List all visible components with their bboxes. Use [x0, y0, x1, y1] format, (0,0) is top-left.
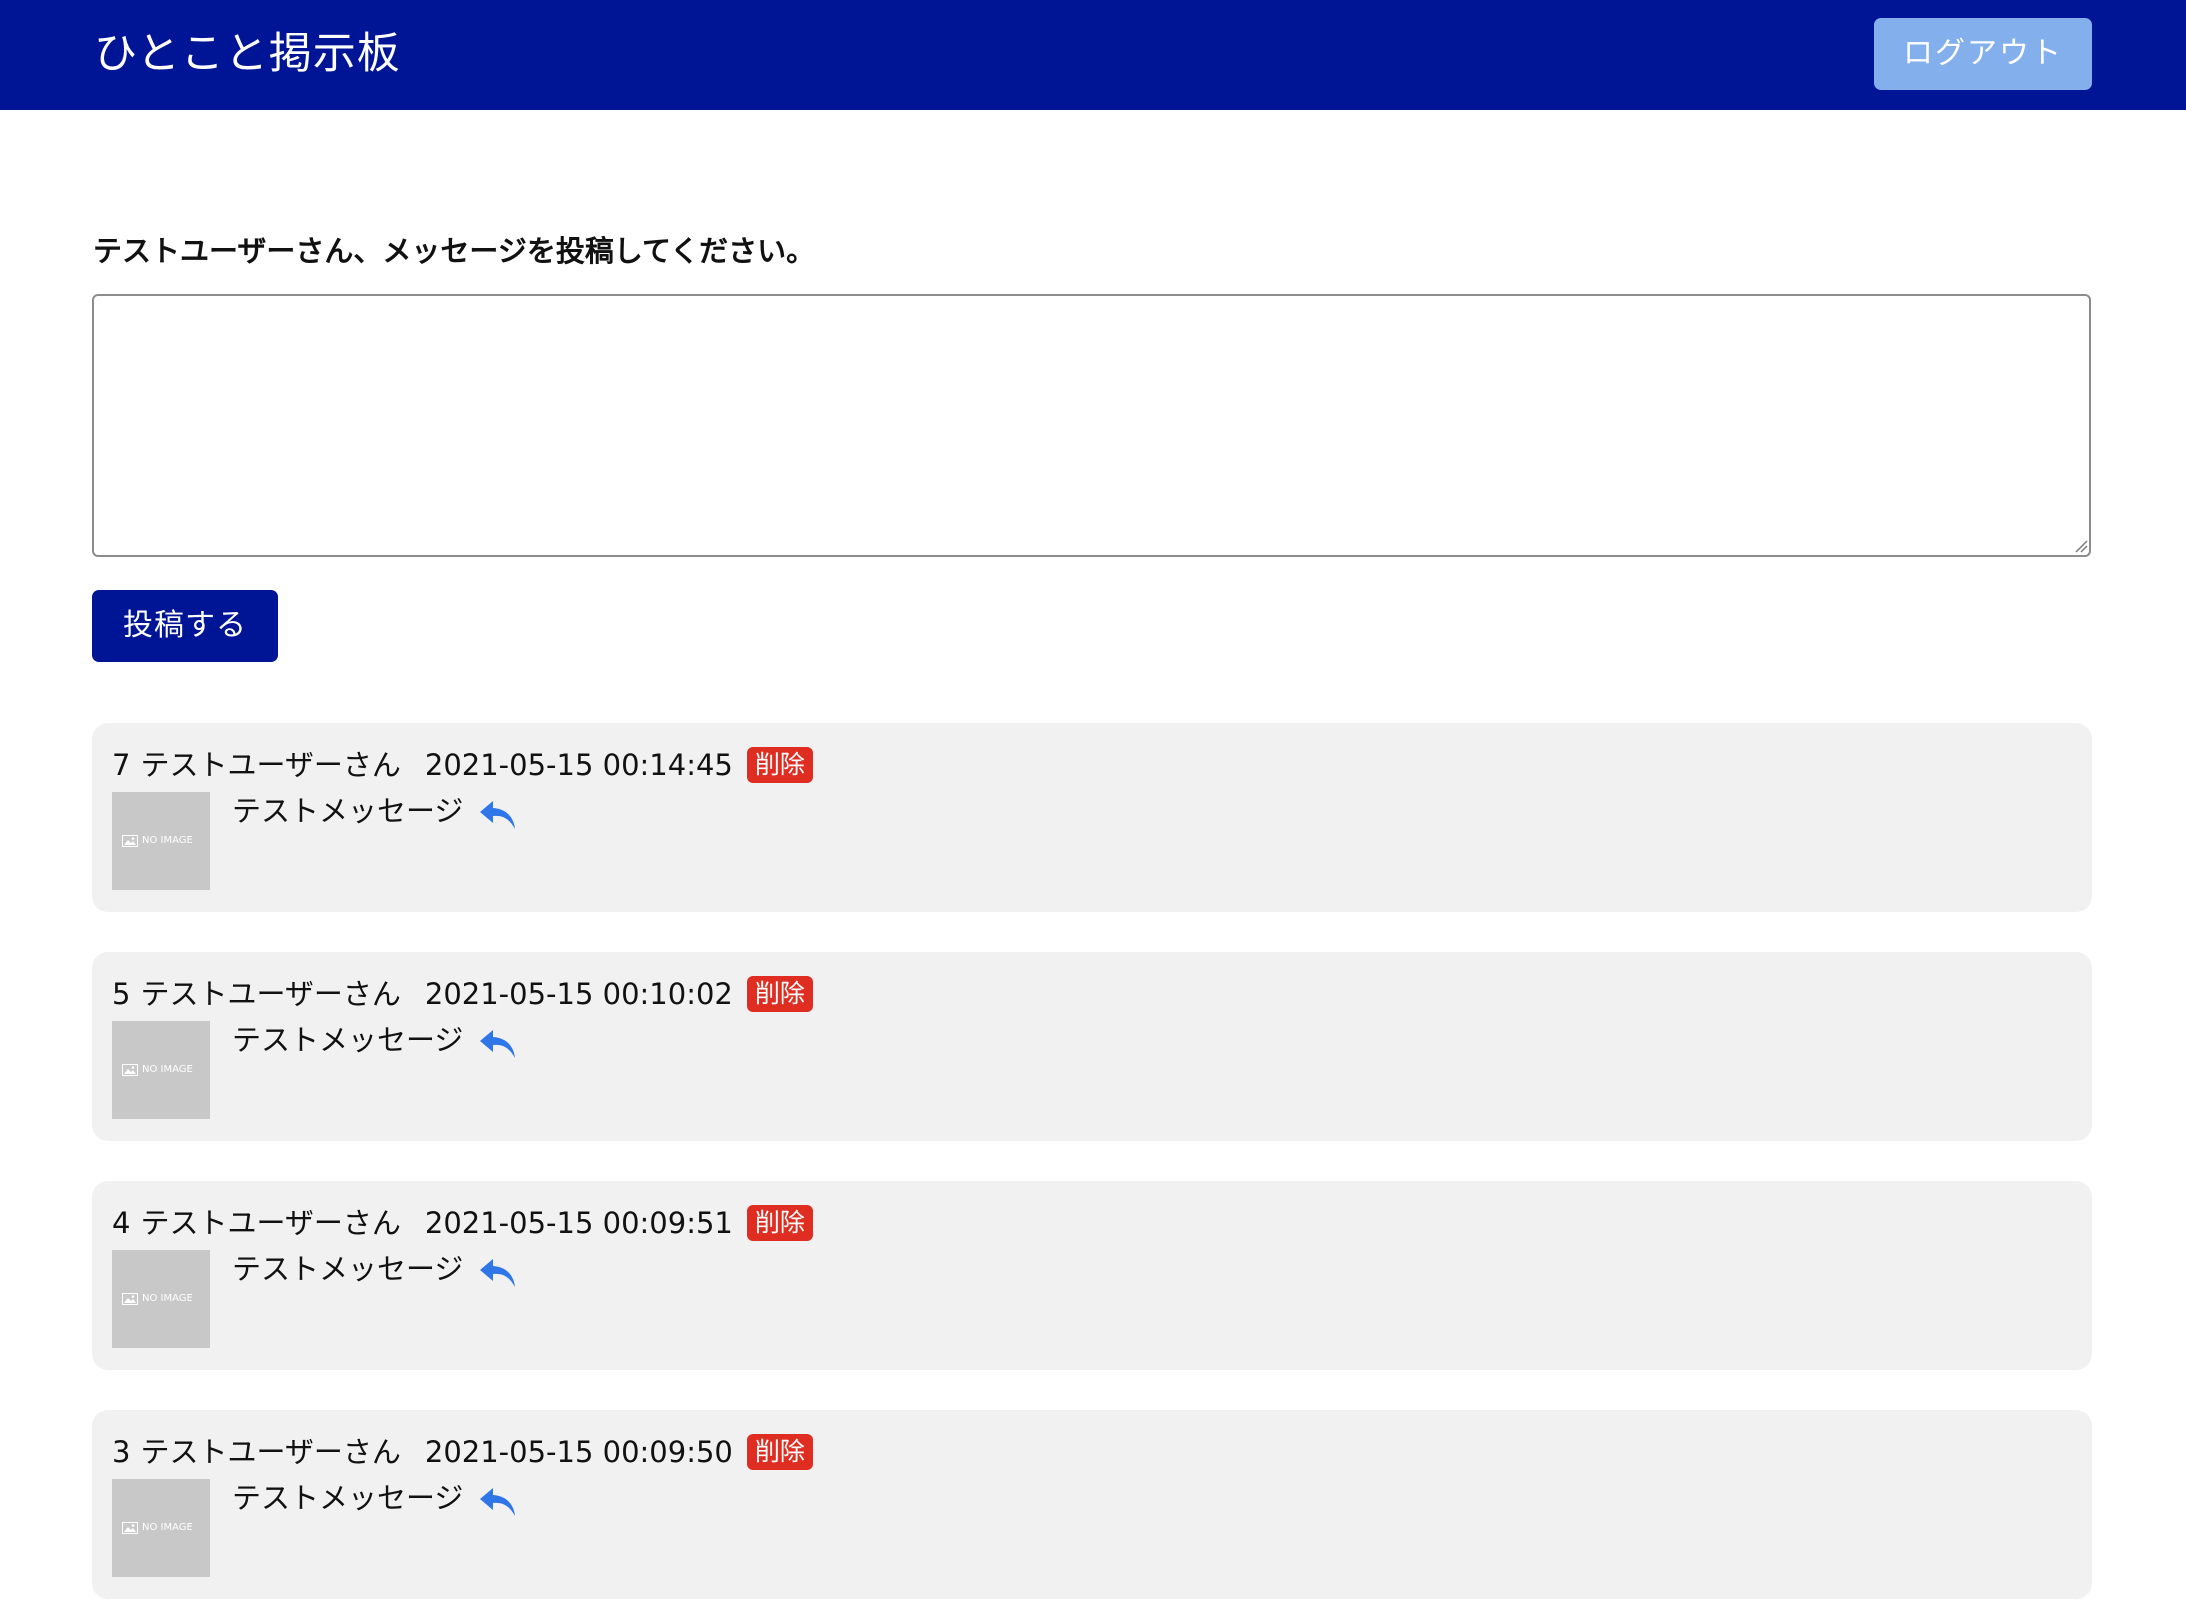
- post-meta: 7 テストユーザーさん 2021-05-15 00:14:45 削除: [112, 745, 813, 785]
- post-message: テストメッセージ: [232, 1252, 464, 1286]
- post-number: 3: [112, 1435, 131, 1469]
- delete-button[interactable]: 削除: [746, 747, 813, 783]
- post-image-placeholder: NO IMAGE: [112, 1250, 210, 1348]
- post-meta: 5 テストユーザーさん 2021-05-15 00:10:02 削除: [112, 974, 813, 1014]
- post-datetime: 2021-05-15 00:10:02: [424, 977, 733, 1011]
- post-datetime: 2021-05-15 00:09:51: [424, 1206, 733, 1240]
- no-image-text: NO IMAGE: [142, 1522, 193, 1533]
- app-title: ひとこと掲示板: [94, 29, 401, 79]
- no-image-text: NO IMAGE: [142, 1064, 193, 1075]
- resize-grip-icon[interactable]: [2074, 539, 2088, 553]
- image-icon: [122, 835, 138, 847]
- logout-button[interactable]: ログアウト: [1874, 18, 2092, 90]
- image-icon: [122, 1522, 138, 1534]
- no-image-text: NO IMAGE: [142, 835, 193, 846]
- post-message: テストメッセージ: [232, 1481, 464, 1515]
- image-icon: [122, 1293, 138, 1305]
- post-image-placeholder: NO IMAGE: [112, 1021, 210, 1119]
- no-image-text: NO IMAGE: [142, 1293, 193, 1304]
- post-card: 7 テストユーザーさん 2021-05-15 00:14:45 削除 NO IMAGE…: [92, 723, 2092, 912]
- post-author: テストユーザーさん: [140, 1435, 401, 1469]
- post-meta: 4 テストユーザーさん 2021-05-15 00:09:51 削除: [112, 1203, 813, 1243]
- delete-button[interactable]: 削除: [746, 1434, 813, 1470]
- post-card: 5 テストユーザーさん 2021-05-15 00:10:02 削除 NO IMAGE…: [92, 952, 2092, 1141]
- post-image-placeholder: NO IMAGE: [112, 1479, 210, 1577]
- reply-icon[interactable]: [478, 1257, 518, 1291]
- delete-button[interactable]: 削除: [746, 976, 813, 1012]
- post-datetime: 2021-05-15 00:09:50: [424, 1435, 733, 1469]
- post-author: テストユーザーさん: [140, 748, 401, 782]
- delete-button[interactable]: 削除: [746, 1205, 813, 1241]
- message-textarea[interactable]: [92, 294, 2091, 557]
- post-message: テストメッセージ: [232, 1023, 464, 1057]
- reply-icon[interactable]: [478, 799, 518, 833]
- post-image-placeholder: NO IMAGE: [112, 792, 210, 890]
- image-icon: [122, 1064, 138, 1076]
- post-number: 7: [112, 748, 131, 782]
- submit-post-button[interactable]: 投稿する: [92, 590, 278, 662]
- post-meta: 3 テストユーザーさん 2021-05-15 00:09:50 削除: [112, 1432, 813, 1472]
- post-message: テストメッセージ: [232, 794, 464, 828]
- reply-icon[interactable]: [478, 1486, 518, 1520]
- post-card: 4 テストユーザーさん 2021-05-15 00:09:51 削除 NO IMAGE…: [92, 1181, 2092, 1370]
- app-header: ひとこと掲示板 ログアウト: [0, 0, 2186, 110]
- post-author: テストユーザーさん: [140, 1206, 401, 1240]
- post-number: 5: [112, 977, 131, 1011]
- post-datetime: 2021-05-15 00:14:45: [424, 748, 733, 782]
- post-author: テストユーザーさん: [140, 977, 401, 1011]
- post-card: 3 テストユーザーさん 2021-05-15 00:09:50 削除 NO IMAGE…: [92, 1410, 2092, 1599]
- post-number: 4: [112, 1206, 131, 1240]
- reply-icon[interactable]: [478, 1028, 518, 1062]
- post-prompt: テストユーザーさん、メッセージを投稿してください。: [93, 234, 816, 268]
